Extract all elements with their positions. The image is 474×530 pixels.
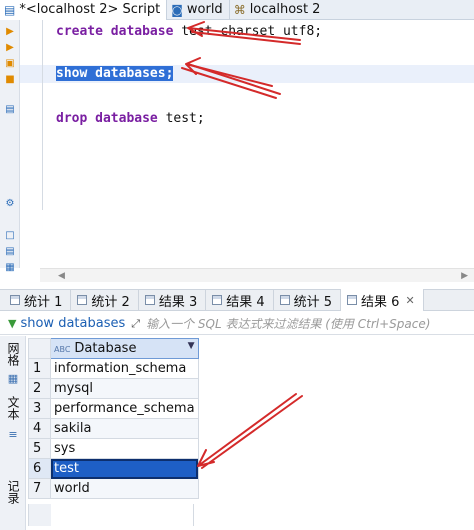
string-type-icon: ABC (54, 345, 71, 354)
tab-world[interactable]: ◙ world (167, 0, 230, 20)
text-view-tab[interactable]: 文本 (4, 396, 22, 420)
tab-result-3-label: 结果 3 (158, 294, 198, 310)
view-mode-strip: 网格 ▦ 文本 ≡ 记录 (0, 336, 26, 530)
database-cell[interactable]: world (50, 478, 199, 499)
code-line-1: create database test charset utf8; (56, 24, 322, 39)
sql-editor[interactable]: create database test charset utf8; show … (20, 20, 474, 268)
expand-icon[interactable]: ⤢ (131, 317, 140, 331)
code-line-3: drop database test; (56, 111, 205, 126)
execute-script-icon[interactable]: ▶ (4, 42, 16, 54)
row-number: 6 (28, 458, 51, 479)
tab-stats-5[interactable]: 统计 5 (274, 289, 342, 311)
filter-icon: ▼ (8, 317, 17, 330)
table-icon (279, 295, 290, 305)
annotation-arrow-test (197, 393, 303, 469)
grid-view-tab[interactable]: 网格 (4, 342, 22, 366)
code-line-2-selection: show databases; (56, 66, 174, 81)
code-line-1-rest: test charset utf8; (173, 24, 323, 39)
code-line-2: show databases; (56, 66, 174, 81)
editor-gutter: ▶ ▶ ▣ ■ ▤ ⚙ □ ▤ ▦ (0, 20, 20, 273)
table-row[interactable]: 3 performance_schema (28, 398, 199, 419)
panel-output-icon[interactable]: ▤ (4, 246, 16, 258)
record-view-tab[interactable]: 记录 (4, 480, 22, 504)
column-header-database[interactable]: ABC Database ▼ (50, 338, 199, 359)
editor-horizontal-scrollbar[interactable]: ◀ ▶ (40, 268, 474, 282)
grid-empty-area (28, 504, 194, 526)
execute-statement-icon[interactable]: ▶ (4, 26, 16, 38)
tab-script[interactable]: ▤ *<localhost 2> Script (0, 0, 168, 20)
tab-stats-2[interactable]: 统计 2 (71, 289, 139, 311)
result-filter-bar: ▼ show databases ⤢ 输入一个 SQL 表达式来过滤结果 (使用… (0, 313, 474, 335)
tab-result-4-label: 结果 4 (226, 294, 265, 310)
tab-result-4[interactable]: 结果 4 (206, 289, 274, 311)
row-number: 2 (28, 378, 51, 399)
row-number: 4 (28, 418, 51, 439)
row-number-header (28, 338, 51, 359)
table-icon (10, 295, 20, 305)
grid-header-row: ABC Database ▼ (28, 338, 199, 359)
table-row[interactable]: 2 mysql (28, 378, 199, 399)
row-number: 7 (28, 478, 51, 499)
tab-localhost[interactable]: ⌘ localhost 2 (230, 0, 327, 20)
tab-stats-2-label: 统计 2 (91, 294, 130, 310)
database-cell[interactable]: sakila (50, 418, 199, 439)
output-icon[interactable]: ▤ (4, 104, 16, 116)
tab-result-3[interactable]: 结果 3 (139, 289, 207, 311)
database-cell-selected[interactable]: test (50, 458, 199, 479)
grid-icon[interactable]: ▦ (6, 372, 20, 386)
code-line-1-keyword: create database (56, 24, 174, 39)
table-row[interactable]: 7 world (28, 478, 199, 499)
filter-input[interactable]: 输入一个 SQL 表达式来过滤结果 (使用 Ctrl+Space) (146, 315, 430, 332)
tab-result-6[interactable]: 结果 6 ✕ (341, 289, 424, 311)
table-row[interactable]: 1 information_schema (28, 358, 199, 379)
database-cell[interactable]: information_schema (50, 358, 199, 379)
explain-plan-icon[interactable]: ■ (4, 74, 16, 86)
database-cell[interactable]: performance_schema (50, 398, 199, 419)
connection-icon: ⌘ (233, 2, 246, 17)
result-grid[interactable]: ABC Database ▼ 1 information_schema 2 mysq… (28, 338, 199, 499)
table-row[interactable]: 4 sakila (28, 418, 199, 439)
tab-stats-1[interactable]: 统计 1 (4, 289, 72, 311)
tab-localhost-label: localhost 2 (249, 2, 321, 17)
code-line-3-rest: test; (157, 111, 205, 126)
execute-new-tab-icon[interactable]: ▣ (4, 58, 16, 70)
settings-icon[interactable]: ⚙ (4, 198, 16, 210)
fold-guide (42, 20, 43, 210)
text-icon[interactable]: ≡ (6, 428, 20, 442)
database-cell[interactable]: mysql (50, 378, 199, 399)
query-label: show databases (20, 316, 126, 331)
table-row-selected[interactable]: 6 test (28, 458, 199, 479)
table-icon (347, 295, 358, 305)
table-row[interactable]: 5 sys (28, 438, 199, 459)
tab-stats-5-label: 统计 5 (293, 294, 333, 310)
tab-stats-1-label: 统计 1 (24, 294, 63, 310)
panel-results-icon[interactable]: □ (4, 230, 16, 242)
editor-tab-bar: ▤ *<localhost 2> Script ◙ world ⌘ localh… (0, 0, 474, 20)
table-icon (212, 295, 223, 305)
database-icon: ◙ (171, 2, 183, 17)
row-number-empty (29, 504, 51, 526)
column-header-label: Database (74, 341, 137, 356)
tab-world-label: world (186, 2, 223, 17)
close-tab-icon[interactable]: ✕ (405, 294, 414, 307)
sort-dropdown-icon[interactable]: ▼ (188, 341, 195, 351)
database-cell[interactable]: sys (50, 438, 199, 459)
row-number: 1 (28, 358, 51, 379)
table-icon (144, 295, 155, 305)
table-icon (77, 295, 88, 305)
scroll-right-icon[interactable]: ▶ (461, 269, 468, 283)
row-number: 5 (28, 438, 51, 459)
scroll-left-icon[interactable]: ◀ (58, 269, 65, 283)
sql-script-icon: ▤ (4, 2, 16, 17)
tab-script-label: *<localhost 2> Script (19, 2, 161, 17)
result-tab-bar: 统计 1 统计 2 结果 3 结果 4 统计 5 结果 6 ✕ (0, 289, 474, 311)
panel-log-icon[interactable]: ▦ (4, 262, 16, 274)
tab-result-6-label: 结果 6 (361, 294, 400, 310)
code-line-3-keyword: drop database (56, 111, 158, 126)
row-number: 3 (28, 398, 51, 419)
